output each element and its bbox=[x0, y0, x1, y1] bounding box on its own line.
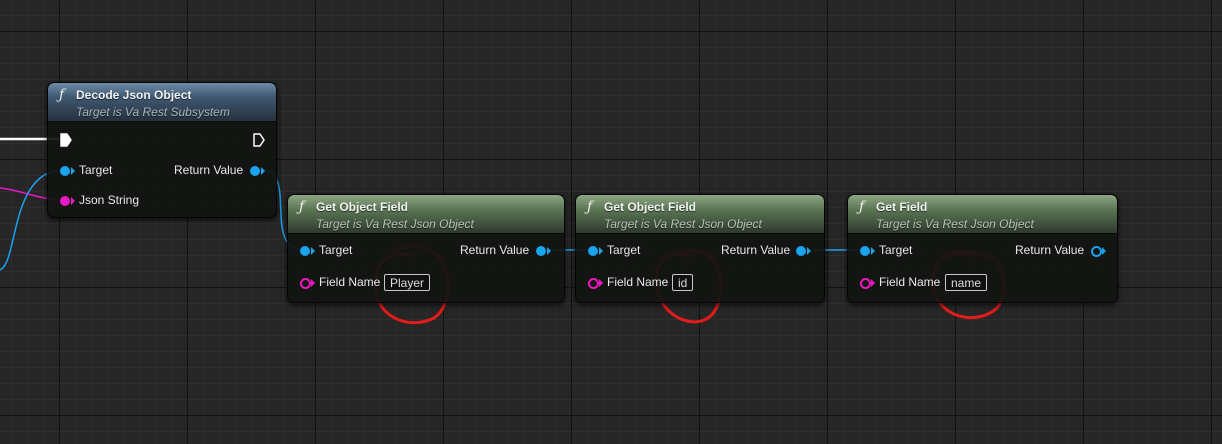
node-subtitle: Target is Va Rest Json Object bbox=[876, 217, 1034, 231]
node-subtitle: Target is Va Rest Json Object bbox=[316, 217, 474, 231]
field-name-pin[interactable] bbox=[860, 278, 871, 289]
node-title: Get Field bbox=[876, 200, 928, 214]
return-value-pin-label: Return Value bbox=[1015, 243, 1085, 257]
return-value-pin-label: Return Value bbox=[721, 243, 791, 257]
pin-arrow bbox=[71, 197, 75, 205]
function-icon: ƒ bbox=[859, 199, 865, 215]
return-value-pin[interactable] bbox=[796, 246, 806, 256]
pin-arrow bbox=[871, 247, 875, 255]
pin-arrow bbox=[71, 167, 75, 175]
pin-arrow bbox=[871, 279, 875, 287]
decode-json-object-node[interactable]: ƒ Decode Json Object Target is Va Rest S… bbox=[47, 82, 277, 218]
field-name-pin-label: Field Name bbox=[607, 275, 669, 289]
get-field-node-name[interactable]: ƒ Get Field Target is Va Rest Json Objec… bbox=[847, 194, 1118, 303]
node-title: Get Object Field bbox=[316, 200, 409, 214]
pin-arrow bbox=[807, 247, 811, 255]
node-header: ƒ Get Object Field Target is Va Rest Jso… bbox=[288, 195, 564, 234]
pin-arrow bbox=[1102, 247, 1106, 255]
pin-arrow bbox=[261, 167, 265, 175]
exec-out-pin-icon[interactable] bbox=[253, 133, 265, 147]
get-object-field-node-id[interactable]: ƒ Get Object Field Target is Va Rest Jso… bbox=[575, 194, 825, 303]
pin-arrow bbox=[599, 279, 603, 287]
field-name-pin[interactable] bbox=[300, 278, 311, 289]
node-title: Get Object Field bbox=[604, 200, 697, 214]
target-pin-label: Target bbox=[607, 243, 641, 257]
node-title: Decode Json Object bbox=[76, 88, 192, 102]
return-value-pin-label: Return Value bbox=[174, 163, 244, 177]
get-object-field-node-player[interactable]: ƒ Get Object Field Target is Va Rest Jso… bbox=[287, 194, 565, 303]
field-name-input[interactable]: name bbox=[945, 274, 988, 291]
pin-arrow bbox=[599, 247, 603, 255]
field-name-pin-label: Field Name bbox=[319, 275, 381, 289]
function-icon: ƒ bbox=[59, 87, 65, 103]
return-value-pin[interactable] bbox=[1091, 246, 1102, 257]
exec-in-pin-icon[interactable] bbox=[60, 133, 72, 147]
return-value-pin[interactable] bbox=[536, 246, 546, 256]
target-pin[interactable] bbox=[300, 246, 310, 256]
target-pin-label: Target bbox=[879, 243, 913, 257]
target-pin[interactable] bbox=[588, 246, 598, 256]
field-name-input[interactable]: Player bbox=[384, 274, 431, 291]
function-icon: ƒ bbox=[587, 199, 593, 215]
target-pin-label: Target bbox=[79, 163, 113, 177]
json-string-pin[interactable] bbox=[60, 196, 70, 206]
function-icon: ƒ bbox=[299, 199, 305, 215]
pin-arrow bbox=[311, 247, 315, 255]
pin-arrow bbox=[311, 279, 315, 287]
field-name-input[interactable]: id bbox=[672, 274, 694, 291]
target-pin-label: Target bbox=[319, 243, 353, 257]
node-header: ƒ Decode Json Object Target is Va Rest S… bbox=[48, 83, 276, 122]
node-header: ƒ Get Field Target is Va Rest Json Objec… bbox=[848, 195, 1117, 234]
field-name-pin[interactable] bbox=[588, 278, 599, 289]
target-pin[interactable] bbox=[60, 166, 70, 176]
node-subtitle: Target is Va Rest Json Object bbox=[604, 217, 762, 231]
field-name-pin-label: Field Name bbox=[879, 275, 941, 289]
json-string-pin-label: Json String bbox=[79, 193, 140, 207]
pin-arrow bbox=[547, 247, 551, 255]
target-pin[interactable] bbox=[860, 246, 870, 256]
return-value-pin[interactable] bbox=[250, 166, 260, 176]
node-subtitle: Target is Va Rest Subsystem bbox=[76, 105, 230, 119]
return-value-pin-label: Return Value bbox=[460, 243, 530, 257]
node-header: ƒ Get Object Field Target is Va Rest Jso… bbox=[576, 195, 824, 234]
